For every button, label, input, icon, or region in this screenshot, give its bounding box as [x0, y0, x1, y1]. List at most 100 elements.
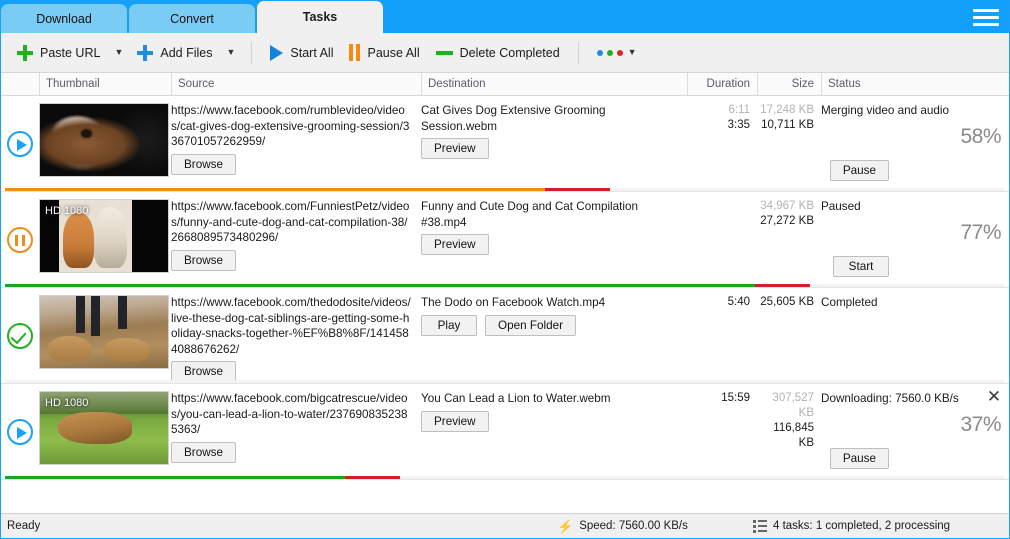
status-speed: ⚡ Speed: 7560.00 KB/s: [557, 520, 688, 533]
size-downloaded: 116,845 KB: [757, 421, 814, 451]
task-action-button[interactable]: Pause: [830, 448, 889, 469]
progress-segment: [345, 476, 400, 479]
progress-percent: 37%: [960, 413, 1001, 437]
tab-convert[interactable]: Convert: [129, 4, 255, 33]
task-status-cell: Downloading: 7560.0 KB/s 37% ✕ Pause: [821, 391, 1009, 406]
video-thumbnail[interactable]: HD 1080: [39, 391, 169, 465]
hd-badge: HD 1080: [45, 205, 88, 217]
column-source[interactable]: Source: [171, 73, 421, 96]
task-thumbnail-cell: HD 1080: [39, 199, 171, 273]
duration-done: 3:35: [687, 118, 750, 133]
destination-buttons: Preview: [421, 234, 679, 255]
preview-button[interactable]: Preview: [421, 411, 489, 432]
close-icon[interactable]: ✕: [985, 389, 1003, 407]
paste-url-button[interactable]: Paste URL: [9, 41, 108, 65]
column-size[interactable]: Size: [757, 73, 821, 96]
chevron-down-icon: ▼: [628, 48, 637, 57]
task-size-cell: 25,605 KB: [757, 295, 821, 310]
plus-icon: [137, 45, 153, 61]
task-row[interactable]: https://www.facebook.com/thedodosite/vid…: [1, 288, 1009, 384]
task-status-cell: Completed: [821, 295, 1009, 310]
progress-segment: [5, 476, 345, 479]
play-icon[interactable]: [7, 419, 33, 445]
hd-badge: HD 1080: [45, 397, 88, 409]
duration-total: 5:40: [687, 295, 750, 310]
task-state[interactable]: [1, 391, 39, 473]
tab-tasks[interactable]: Tasks: [257, 1, 383, 33]
play-icon: [270, 45, 283, 61]
task-state[interactable]: [1, 199, 39, 281]
task-action-button[interactable]: Start: [833, 256, 889, 277]
status-ready-text: Ready: [1, 520, 40, 532]
toolbar: Paste URL ▼ Add Files ▼ Start All Pause …: [1, 33, 1009, 73]
more-options-button[interactable]: ▼: [589, 44, 645, 61]
column-header-row: Thumbnail Source Destination Duration Si…: [1, 73, 1009, 96]
add-files-button[interactable]: Add Files: [129, 41, 220, 65]
task-thumbnail-cell: [39, 295, 171, 369]
browse-button[interactable]: Browse: [171, 154, 236, 175]
video-thumbnail[interactable]: [39, 295, 169, 369]
task-source-cell: https://www.facebook.com/FunniestPetz/vi…: [171, 199, 421, 271]
source-url[interactable]: https://www.facebook.com/bigcatrescue/vi…: [171, 391, 413, 438]
column-destination[interactable]: Destination: [421, 73, 687, 96]
task-state[interactable]: [1, 295, 39, 377]
status-tasks: 4 tasks: 1 completed, 2 processing: [753, 520, 950, 533]
task-size-cell: 307,527 KB 116,845 KB: [757, 391, 821, 451]
duration-total: 15:59: [687, 391, 750, 406]
video-thumbnail[interactable]: [39, 103, 169, 177]
check-icon[interactable]: [7, 323, 33, 349]
task-duration-cell: 6:11 3:35: [687, 103, 757, 133]
column-gutter: [1, 73, 39, 96]
add-files-dropdown[interactable]: ▼: [220, 44, 241, 61]
column-thumbnail[interactable]: Thumbnail: [39, 73, 171, 96]
delete-completed-button[interactable]: Delete Completed: [428, 42, 568, 64]
start-all-button[interactable]: Start All: [262, 41, 341, 65]
play-button[interactable]: Play: [421, 315, 477, 336]
tab-download[interactable]: Download: [1, 4, 127, 33]
task-action-button[interactable]: Pause: [830, 160, 889, 181]
browse-button[interactable]: Browse: [171, 361, 236, 382]
destination-filename: Cat Gives Dog Extensive Grooming Session…: [421, 103, 679, 134]
status-text: Merging video and audio: [821, 103, 999, 118]
menu-icon[interactable]: [973, 6, 999, 28]
status-bar: Ready ⚡ Speed: 7560.00 KB/s 4 tasks: 1 c…: [1, 513, 1009, 538]
pause-icon[interactable]: [7, 227, 33, 253]
task-list[interactable]: https://www.facebook.com/rumblevideo/vid…: [1, 96, 1009, 513]
source-url[interactable]: https://www.facebook.com/thedodosite/vid…: [171, 295, 413, 357]
progress-segment: [5, 188, 545, 191]
task-state[interactable]: [1, 103, 39, 185]
size-downloaded: 10,711 KB: [757, 118, 814, 133]
size-downloaded: 27,272 KB: [757, 214, 814, 229]
toolbar-divider: [578, 42, 579, 64]
preview-button[interactable]: Preview: [421, 234, 489, 255]
size-total: 17,248 KB: [757, 103, 814, 118]
add-files-label: Add Files: [160, 46, 212, 60]
play-icon[interactable]: [7, 131, 33, 157]
progress-segment: [5, 284, 755, 287]
task-row[interactable]: HD 1080 https://www.facebook.com/bigcatr…: [1, 384, 1009, 480]
list-icon: [753, 520, 767, 533]
video-thumbnail[interactable]: HD 1080: [39, 199, 169, 273]
tab-convert-label: Convert: [170, 12, 214, 26]
destination-filename: You Can Lead a Lion to Water.webm: [421, 391, 679, 407]
browse-button[interactable]: Browse: [171, 442, 236, 463]
task-row[interactable]: HD 1080 https://www.facebook.com/Funnies…: [1, 192, 1009, 288]
browse-button[interactable]: Browse: [171, 250, 236, 271]
progress-percent: 58%: [960, 125, 1001, 149]
toolbar-divider: [251, 42, 252, 64]
task-source-cell: https://www.facebook.com/thedodosite/vid…: [171, 295, 421, 382]
paste-url-dropdown[interactable]: ▼: [108, 44, 129, 61]
preview-button[interactable]: Preview: [421, 138, 489, 159]
paste-url-label: Paste URL: [40, 46, 100, 60]
source-url[interactable]: https://www.facebook.com/rumblevideo/vid…: [171, 103, 413, 150]
open-folder-button[interactable]: Open Folder: [485, 315, 576, 336]
duration-total: 6:11: [687, 103, 750, 118]
source-url[interactable]: https://www.facebook.com/FunniestPetz/vi…: [171, 199, 413, 246]
column-status[interactable]: Status: [821, 73, 1009, 96]
pause-all-button[interactable]: Pause All: [341, 40, 427, 65]
task-row[interactable]: https://www.facebook.com/rumblevideo/vid…: [1, 96, 1009, 192]
status-speed-text: Speed: 7560.00 KB/s: [579, 520, 688, 532]
tab-download-label: Download: [36, 12, 92, 26]
task-status-cell: Merging video and audio 58% Pause: [821, 103, 1009, 118]
column-duration[interactable]: Duration: [687, 73, 757, 96]
